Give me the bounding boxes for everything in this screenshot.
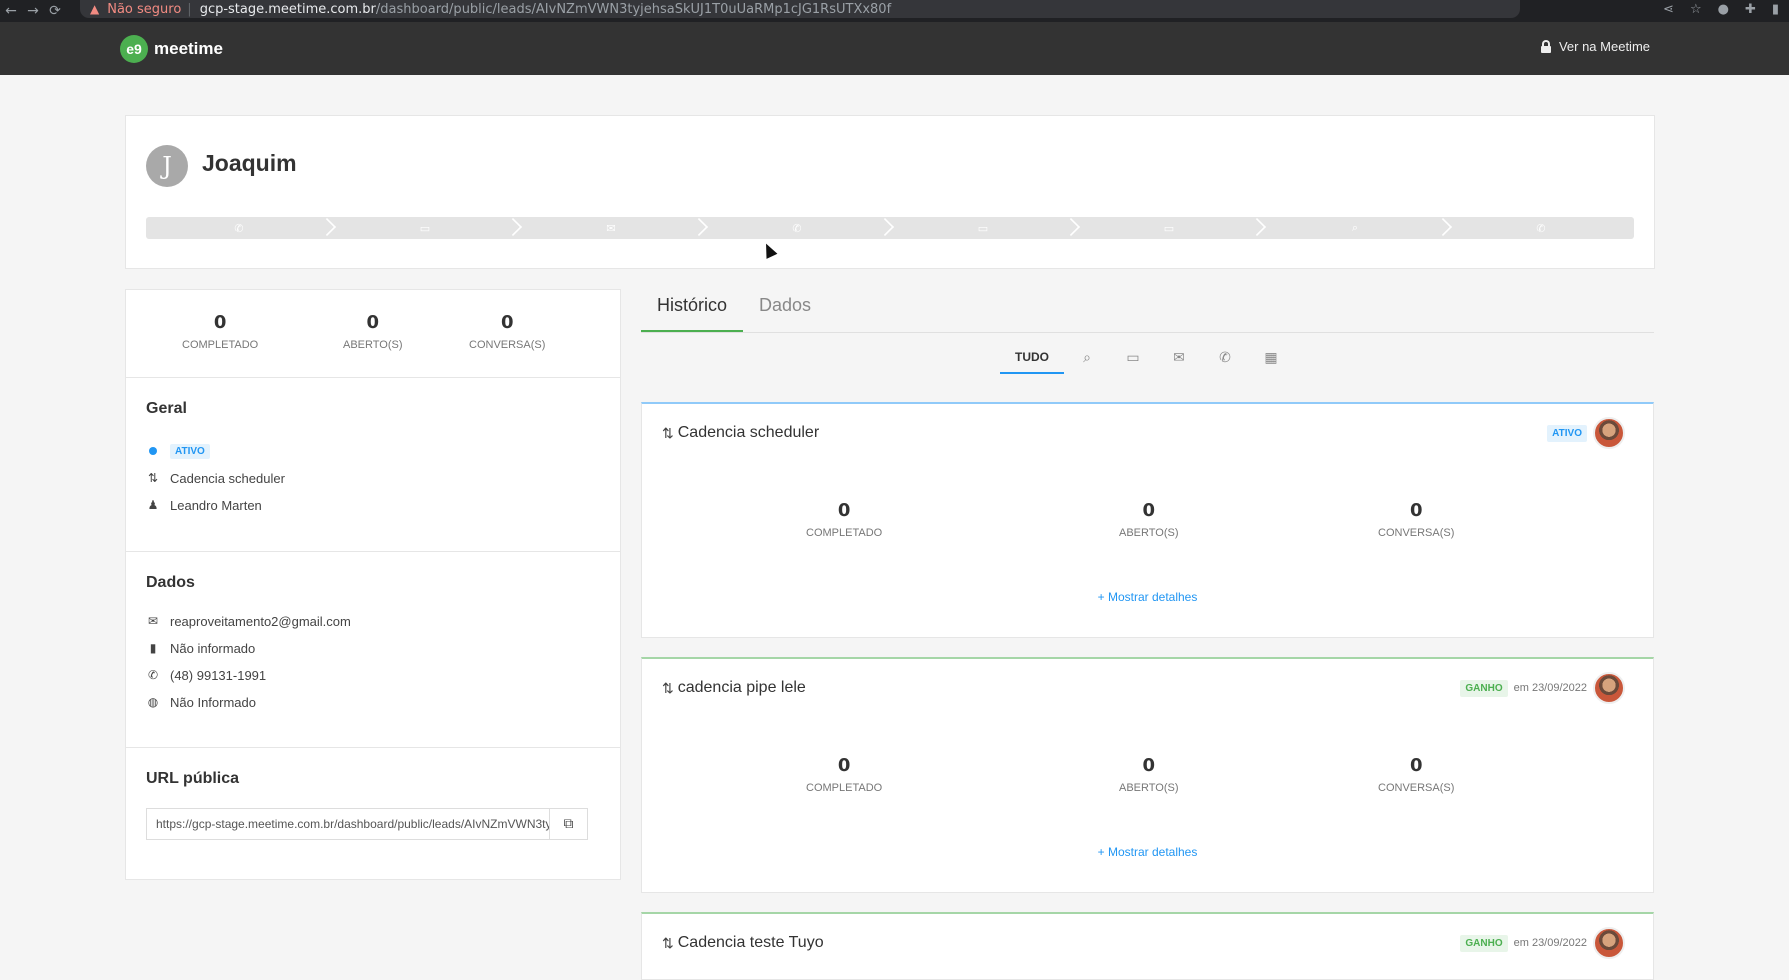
- status-badge: GANHO: [1460, 679, 1508, 697]
- stat-conversas: 0 CONVERSA(S): [469, 312, 546, 351]
- dados-section: Dados ✉ reaproveitamento2@gmail.com ▮ Nã…: [126, 552, 620, 748]
- tab-historico[interactable]: Histórico: [641, 285, 744, 332]
- stat-conversas: 0 CONVERSA(S): [1378, 500, 1455, 539]
- status-dot-icon: [149, 447, 157, 455]
- globe-icon: ◍: [147, 695, 159, 709]
- extensions-puzzle-icon[interactable]: ✚: [1745, 2, 1756, 17]
- cadence-card: ⇅ Cadencia scheduler ATIVO 0 COMPLETADO …: [641, 402, 1654, 638]
- cadence-icon: ⇅: [662, 424, 674, 441]
- step-mail-icon[interactable]: ✉: [518, 217, 704, 239]
- logo-mark: e9: [120, 35, 148, 63]
- stat-completado: 0 COMPLETADO: [806, 500, 883, 539]
- ver-na-meetime-label: Ver na Meetime: [1558, 39, 1650, 54]
- browser-toolbar: ← → ⟳ ▲ Não seguro | gcp-stage.meetime.c…: [0, 0, 1789, 22]
- status-row: ATIVO: [146, 442, 600, 460]
- cadence-steps-bar: ✆ ▭ ✉ ✆ ▭ ▭ ⌕ ✆: [146, 217, 1634, 239]
- user-avatar: [1593, 927, 1625, 959]
- main-tabs: Histórico Dados: [641, 285, 1654, 333]
- filter-calendar-icon[interactable]: ▦: [1248, 342, 1294, 374]
- lead-card: J Joaquim ✆ ▭ ✉ ✆ ▭ ▭ ⌕ ✆: [125, 115, 1655, 269]
- building-icon: ▮: [149, 641, 157, 655]
- lead-avatar: J: [146, 145, 188, 187]
- user-avatar: [1593, 672, 1625, 704]
- step-search-icon[interactable]: ⌕: [1262, 217, 1448, 239]
- not-secure-label: Não seguro: [107, 1, 182, 17]
- ver-na-meetime-link[interactable]: Ver na Meetime: [1540, 39, 1650, 54]
- forward-icon[interactable]: →: [22, 3, 44, 19]
- public-url-field: https://gcp-stage.meetime.com.br/dashboa…: [146, 808, 588, 840]
- clipboard-icon: ⧉: [563, 816, 574, 832]
- website-row: ◍ Não Informado: [147, 694, 256, 710]
- stat-completado: 0 COMPLETADO: [182, 312, 259, 351]
- phone-icon: ✆: [147, 668, 159, 682]
- user-icon: ♟: [147, 498, 159, 512]
- cadence-title[interactable]: ⇅ Cadencia scheduler: [662, 424, 819, 442]
- cadence-icon: ⇅: [662, 679, 674, 696]
- show-details-link[interactable]: + Mostrar detalhes: [642, 590, 1653, 604]
- stat-conversas: 0 CONVERSA(S): [1378, 755, 1455, 794]
- company-row: ▮ Não informado: [146, 639, 600, 657]
- cadence-icon: ⇅: [662, 934, 674, 951]
- lock-icon: [1540, 40, 1551, 53]
- cadence-date: em 23/09/2022: [1513, 937, 1587, 949]
- url-path: /dashboard/public/leads/AIvNZmVWN3tyjehs…: [375, 1, 892, 17]
- logo-text: meetime: [154, 39, 223, 58]
- cadence-icon: ⇅: [147, 471, 159, 485]
- cadence-row: ⇅ Cadencia scheduler: [147, 470, 285, 486]
- filter-chat-icon[interactable]: ▭: [1110, 342, 1156, 374]
- show-details-link[interactable]: + Mostrar detalhes: [642, 845, 1653, 859]
- step-phone-icon[interactable]: ✆: [704, 217, 890, 239]
- filter-all[interactable]: TUDO: [1000, 342, 1064, 374]
- cadence-title[interactable]: ⇅ Cadencia teste Tuyo: [662, 934, 824, 952]
- phone-row: ✆ (48) 99131-1991: [147, 667, 267, 683]
- meetime-logo[interactable]: e9 meetime: [120, 35, 223, 63]
- browser-actions: ⋖ ☆ ● ✚ ▮: [1663, 0, 1779, 18]
- stat-abertos: 0 ABERTO(S): [343, 312, 403, 351]
- lead-name: Joaquim: [202, 150, 297, 176]
- owner-row: ♟ Leandro Marten: [147, 497, 262, 513]
- user-avatar: [1593, 417, 1625, 449]
- bookmark-icon[interactable]: ☆: [1690, 2, 1702, 17]
- geral-section: Geral ATIVO ⇅ Cadencia scheduler ♟ Leand…: [126, 378, 620, 552]
- cadence-title[interactable]: ⇅ cadencia pipe lele: [662, 679, 806, 697]
- sidebar-icon[interactable]: ▮: [1772, 2, 1779, 17]
- stat-abertos: 0 ABERTO(S): [1119, 500, 1179, 539]
- step-chat-icon[interactable]: ▭: [890, 217, 1076, 239]
- cadence-card: ⇅ Cadencia teste Tuyo GANHO em 23/09/202…: [641, 912, 1654, 980]
- reload-icon[interactable]: ⟳: [44, 3, 66, 19]
- email-row: ✉ reaproveitamento2@gmail.com: [147, 613, 351, 629]
- status-badge: GANHO: [1460, 934, 1508, 952]
- copy-button[interactable]: ⧉: [549, 809, 587, 839]
- mail-icon: ✉: [147, 614, 159, 628]
- share-icon[interactable]: ⋖: [1663, 2, 1674, 17]
- warning-icon: ▲: [90, 2, 100, 16]
- address-bar[interactable]: ▲ Não seguro | gcp-stage.meetime.com.br …: [80, 0, 1520, 18]
- step-chat-icon[interactable]: ▭: [332, 217, 518, 239]
- tab-dados[interactable]: Dados: [743, 285, 827, 332]
- filter-search-icon[interactable]: ⌕: [1064, 342, 1110, 374]
- summary-stats: 0 COMPLETADO 0 ABERTO(S) 0 CONVERSA(S): [126, 290, 620, 378]
- stat-completado: 0 COMPLETADO: [806, 755, 883, 794]
- cadence-card: ⇅ cadencia pipe lele GANHO em 23/09/2022…: [641, 657, 1654, 893]
- left-panel: 0 COMPLETADO 0 ABERTO(S) 0 CONVERSA(S) G…: [125, 289, 621, 880]
- filter-phone-icon[interactable]: ✆: [1202, 342, 1248, 374]
- history-filters: TUDO ⌕ ▭ ✉ ✆ ▦: [1000, 342, 1294, 374]
- step-chat-icon[interactable]: ▭: [1076, 217, 1262, 239]
- url-publica-title: URL pública: [146, 770, 240, 787]
- extension-icon[interactable]: ●: [1718, 2, 1729, 17]
- url-publica-section: URL pública https://gcp-stage.meetime.co…: [126, 748, 620, 862]
- public-url-input[interactable]: https://gcp-stage.meetime.com.br/dashboa…: [147, 809, 549, 839]
- geral-title: Geral: [146, 400, 187, 417]
- status-badge: ATIVO: [1547, 424, 1587, 442]
- status-badge: ATIVO: [170, 443, 210, 459]
- app-header: e9 meetime Ver na Meetime: [0, 22, 1789, 75]
- filter-mail-icon[interactable]: ✉: [1156, 342, 1202, 374]
- back-icon[interactable]: ←: [0, 3, 22, 19]
- step-phone-icon[interactable]: ✆: [1448, 217, 1634, 239]
- step-phone-icon[interactable]: ✆: [146, 217, 332, 239]
- url-host: gcp-stage.meetime.com.br: [199, 1, 376, 17]
- stat-abertos: 0 ABERTO(S): [1119, 755, 1179, 794]
- cadence-date: em 23/09/2022: [1513, 682, 1587, 694]
- dados-title: Dados: [146, 574, 195, 591]
